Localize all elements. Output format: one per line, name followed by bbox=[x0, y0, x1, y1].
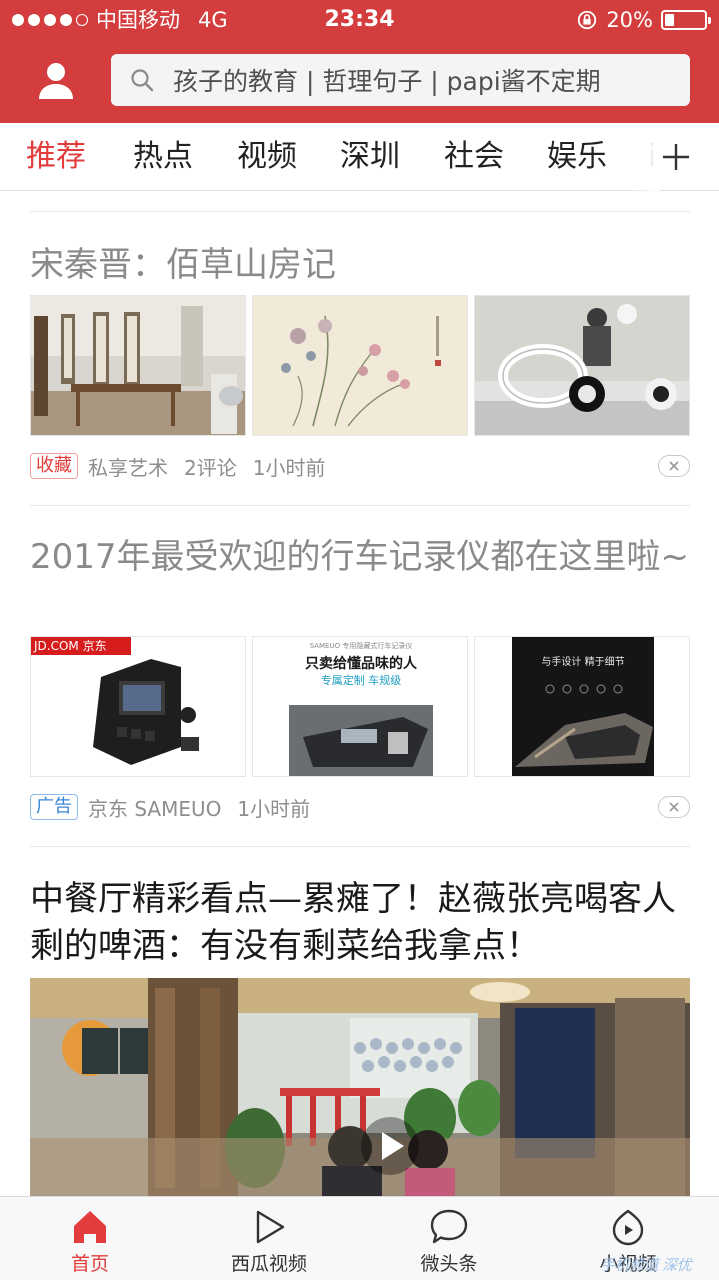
watermark: 手机频道 深优 bbox=[600, 1256, 692, 1274]
article-source[interactable]: 私享艺术 bbox=[88, 452, 168, 481]
search-bar[interactable]: 孩子的教育 | 哲理句子 | papi酱不定期 bbox=[111, 54, 690, 106]
tab-hot[interactable]: 热点 bbox=[133, 123, 193, 191]
ad-title[interactable]: 2017年最受欢迎的行车记录仪都在这里啦~ bbox=[30, 534, 690, 581]
home-icon bbox=[74, 1211, 106, 1243]
article-meta: 收藏 私享艺术 2评论 1小时前 bbox=[30, 452, 341, 480]
article-thumbnail-sculpture[interactable] bbox=[474, 295, 690, 436]
search-icon bbox=[131, 69, 154, 92]
ad-thumbnail-slogan[interactable]: SAMEUO 专用隐藏式行车记录仪 只卖给懂品味的人 专属定制 车规级 bbox=[252, 636, 468, 777]
favorite-tag: 收藏 bbox=[30, 453, 78, 479]
tab-video[interactable]: 视频 bbox=[237, 123, 297, 191]
tab-society[interactable]: 社会 bbox=[444, 123, 504, 191]
ad-meta: 广告 京东 SAMEUO 1小时前 bbox=[30, 793, 326, 821]
feed-divider bbox=[30, 505, 690, 506]
battery-icon bbox=[661, 10, 711, 30]
tab-entertainment[interactable]: 娱乐 bbox=[547, 123, 607, 191]
dismiss-button[interactable] bbox=[658, 455, 690, 477]
rotation-lock-icon bbox=[578, 10, 597, 30]
close-icon bbox=[669, 802, 679, 812]
tab-recommend[interactable]: 推荐 bbox=[26, 123, 86, 191]
ad-time: 1小时前 bbox=[237, 796, 311, 821]
ad-thumbnail-dark[interactable]: 与手设计 精于细节 bbox=[474, 636, 690, 777]
status-bar: 中国移动 4G 23:34 20% bbox=[0, 0, 719, 40]
tab-fade bbox=[630, 123, 660, 191]
chat-bubble-icon bbox=[430, 1209, 468, 1244]
article-comments[interactable]: 2评论 bbox=[184, 452, 237, 481]
nav-weitoutiao-label: 微头条 bbox=[420, 1253, 478, 1275]
header: 中国移动 4G 23:34 20% 孩子的教育 | 哲理句子 | papi酱不定… bbox=[0, 0, 719, 123]
nav-xigua-video[interactable]: 西瓜视频 bbox=[209, 1197, 329, 1280]
nav-home[interactable]: 首页 bbox=[30, 1197, 150, 1280]
article-thumbnail-interior[interactable] bbox=[30, 295, 246, 436]
ad-thumbnail-jd[interactable]: JD.COM 京东 bbox=[30, 636, 246, 777]
article-title[interactable]: 宋秦晋：佰草山房记 bbox=[30, 242, 690, 289]
article-thumbnail-painting[interactable] bbox=[252, 295, 468, 436]
play-icon bbox=[256, 1210, 285, 1244]
tab-shenzhen[interactable]: 深圳 bbox=[340, 123, 400, 191]
user-profile-icon[interactable] bbox=[36, 60, 76, 100]
add-channel-icon[interactable] bbox=[660, 141, 692, 173]
article-time: 1小时前 bbox=[252, 455, 326, 480]
ad-tag: 广告 bbox=[30, 794, 78, 820]
battery-percent: 20% bbox=[606, 8, 653, 32]
feed-divider bbox=[30, 211, 690, 212]
video-title[interactable]: 中餐厅精彩看点—累瘫了！赵薇张亮喝客人剩的啤酒：有没有剩菜给我拿点！ bbox=[30, 876, 690, 970]
close-icon bbox=[669, 461, 679, 471]
dismiss-button[interactable] bbox=[658, 796, 690, 818]
nav-weitoutiao[interactable]: 微头条 bbox=[389, 1197, 509, 1280]
category-tabs: 推荐 热点 视频 深圳 社会 娱乐 i bbox=[0, 123, 719, 191]
play-icon[interactable] bbox=[360, 1116, 420, 1176]
battery-group: 20% bbox=[576, 0, 711, 40]
nav-home-label: 首页 bbox=[70, 1253, 109, 1275]
video-thumbnail[interactable] bbox=[30, 978, 690, 1196]
small-video-icon bbox=[612, 1209, 644, 1246]
nav-xigua-label: 西瓜视频 bbox=[230, 1253, 307, 1275]
feed-divider bbox=[30, 846, 690, 847]
search-placeholder: 孩子的教育 | 哲理句子 | papi酱不定期 bbox=[173, 67, 601, 96]
ad-source[interactable]: 京东 SAMEUO bbox=[88, 793, 221, 822]
app-root: 中国移动 4G 23:34 20% 孩子的教育 | 哲理句子 | papi酱不定… bbox=[0, 0, 719, 1280]
